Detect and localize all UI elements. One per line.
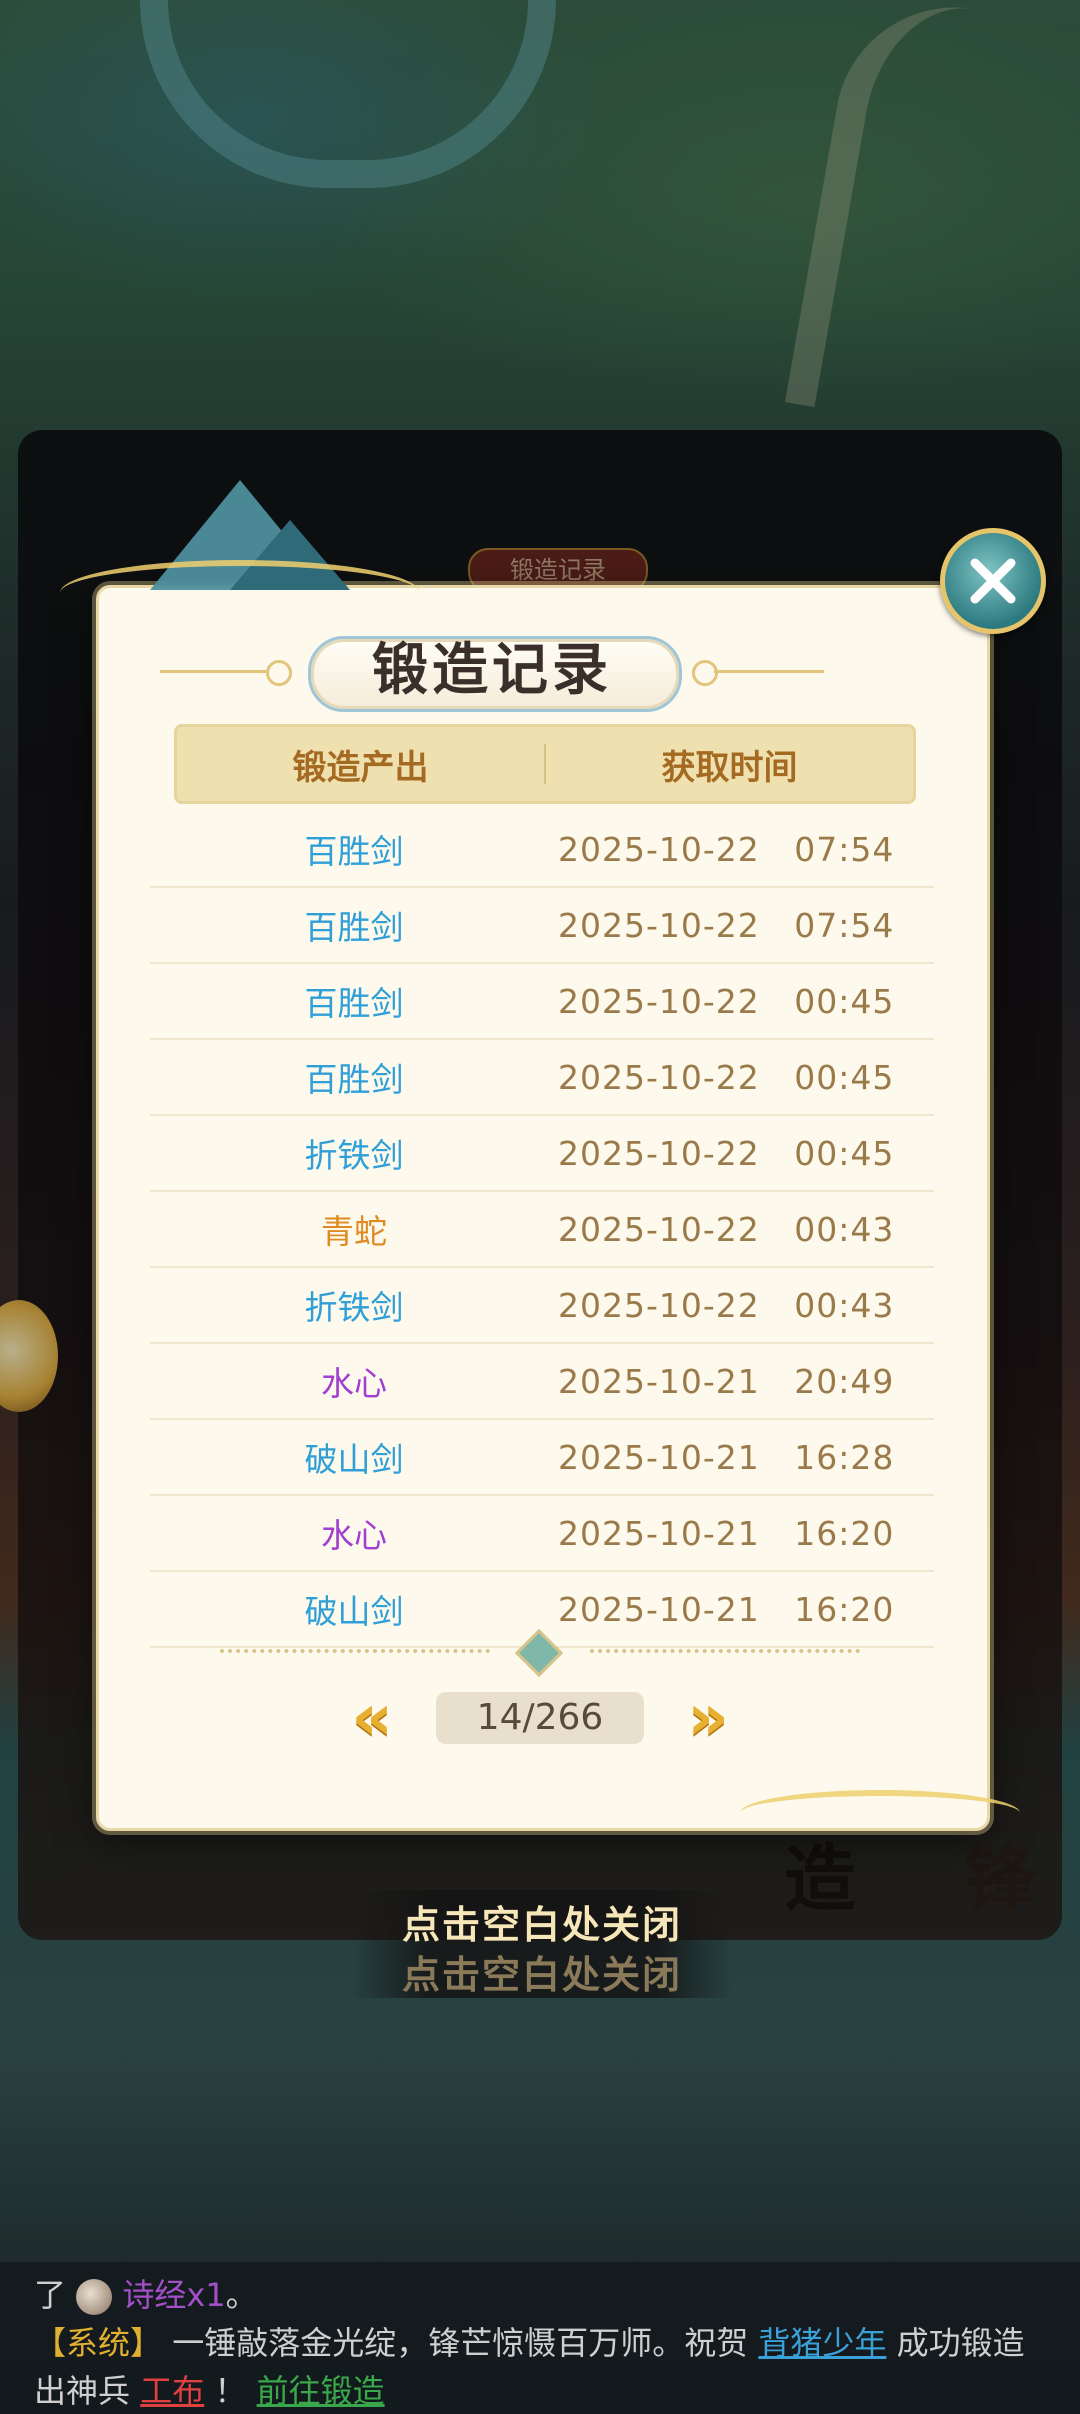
acquire-time: 2025-10-22 00:45: [558, 981, 895, 1021]
table-row: 百胜剑 2025-10-22 00:45: [150, 1040, 934, 1116]
table-header: 锻造产出 获取时间: [174, 724, 916, 804]
forge-output-item[interactable]: 百胜剑: [150, 977, 558, 1025]
forge-output-item[interactable]: 水心: [150, 1357, 558, 1405]
next-page-button[interactable]: »: [676, 1686, 740, 1750]
forge-output-item[interactable]: 青蛇: [150, 1205, 558, 1253]
go-forge-link[interactable]: 前往锻造: [257, 2372, 385, 2410]
dotted-divider: [220, 1628, 860, 1678]
forge-output-item[interactable]: 百胜剑: [150, 825, 558, 873]
chat-line-1: 了 诗经x1。: [34, 2276, 258, 2315]
table-row: 百胜剑 2025-10-22 07:54: [150, 888, 934, 964]
system-chat-bar[interactable]: 了 诗经x1。 【系统】 一锤敲落金光绽，锋芒惊慑百万师。祝贺 背猪少年 成功锻…: [0, 2262, 1080, 2414]
acquire-time: 2025-10-22 07:54: [558, 829, 895, 869]
forge-output-item[interactable]: 百胜剑: [150, 901, 558, 949]
forge-output-item[interactable]: 水心: [150, 1509, 558, 1557]
tap-to-close-hint[interactable]: 点击空白处关闭 点击空白处关闭: [352, 1890, 732, 1998]
table-row: 百胜剑 2025-10-22 00:45: [150, 964, 934, 1040]
forge-output-item[interactable]: 百胜剑: [150, 1053, 558, 1101]
table-row: 折铁剑 2025-10-22 00:43: [150, 1268, 934, 1344]
chat-player-link[interactable]: 背猪少年: [758, 2324, 886, 2362]
item-icon: [76, 2279, 113, 2315]
title-ornament-knot-left: [266, 660, 292, 686]
table-row: 青蛇 2025-10-22 00:43: [150, 1192, 934, 1268]
chat-line-2: 【系统】 一锤敲落金光绽，锋芒惊慑百万师。祝贺 背猪少年 成功锻造: [34, 2318, 1025, 2364]
title-ornament-knot-right: [692, 660, 718, 686]
chat-message: 一锤敲落金光绽，锋芒惊慑百万师。祝贺: [172, 2324, 749, 2362]
forge-output-item[interactable]: 破山剑: [150, 1585, 558, 1633]
chat-item-name[interactable]: 诗经x1: [122, 2276, 225, 2314]
gold-cloud-decoration: [60, 560, 420, 626]
tap-to-close-text-shadow: 点击空白处关闭: [401, 1952, 682, 1997]
acquire-time: 2025-10-21 16:20: [558, 1513, 895, 1553]
forge-output-item[interactable]: 破山剑: [150, 1433, 558, 1481]
table-row: 破山剑 2025-10-21 16:28: [150, 1420, 934, 1496]
chat-line-3: 出神兵 工布 ！ 前往锻造: [34, 2372, 385, 2410]
close-button[interactable]: [940, 528, 1046, 634]
gold-cloud-decoration-bottom: [740, 1790, 1020, 1836]
acquire-time: 2025-10-21 20:49: [558, 1361, 895, 1401]
chat-channel-tag: 【系统】: [34, 2324, 163, 2362]
prev-page-button[interactable]: «: [340, 1686, 404, 1750]
dialog-title: 锻造记录: [372, 638, 612, 703]
page-indicator: 14/266: [436, 1692, 644, 1744]
column-header-time: 获取时间: [661, 747, 798, 788]
chat-message-2: 成功锻造: [896, 2324, 1025, 2362]
pagination: « 14/266 »: [340, 1686, 740, 1750]
acquire-time: 2025-10-21 16:28: [558, 1437, 895, 1477]
acquire-time: 2025-10-22 00:43: [558, 1285, 895, 1325]
acquire-time: 2025-10-21 16:20: [558, 1589, 895, 1629]
chat-weapon-link[interactable]: 工布: [140, 2372, 204, 2410]
title-ornament-line-right: [714, 670, 824, 673]
record-list[interactable]: 百胜剑 2025-10-22 07:54 百胜剑 2025-10-22 07:54 百胜…: [150, 812, 934, 1648]
forge-output-item[interactable]: 折铁剑: [150, 1281, 558, 1329]
acquire-time: 2025-10-22 00:45: [558, 1057, 895, 1097]
title-ornament-line-left: [160, 670, 270, 673]
dialog-title-bar: 锻造记录: [160, 632, 824, 712]
acquire-time: 2025-10-22 00:45: [558, 1133, 895, 1173]
table-row: 水心 2025-10-21 20:49: [150, 1344, 934, 1420]
close-x-icon: [970, 558, 1016, 604]
acquire-time: 2025-10-22 07:54: [558, 905, 895, 945]
forge-output-item[interactable]: 折铁剑: [150, 1129, 558, 1177]
column-header-output: 锻造产出: [292, 747, 429, 788]
acquire-time: 2025-10-22 00:43: [558, 1209, 895, 1249]
table-row: 百胜剑 2025-10-22 07:54: [150, 812, 934, 888]
tap-to-close-text: 点击空白处关闭: [401, 1902, 682, 1947]
table-row: 折铁剑 2025-10-22 00:45: [150, 1116, 934, 1192]
table-row: 水心 2025-10-21 16:20: [150, 1496, 934, 1572]
